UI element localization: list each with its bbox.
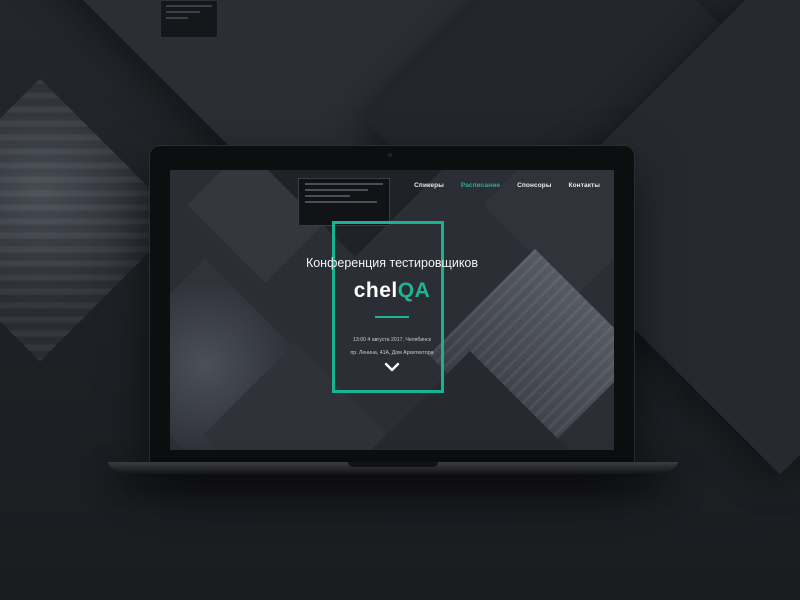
- conference-logo: chelQA: [170, 279, 614, 303]
- logo-accent-text: QA: [397, 279, 431, 302]
- chevron-down-icon[interactable]: [382, 360, 402, 374]
- logo-main-text: chel: [353, 279, 398, 302]
- background-monitor-image: [160, 0, 218, 38]
- code-monitor-image: [298, 178, 390, 226]
- nav-item-sponsors[interactable]: Спонсоры: [517, 182, 551, 189]
- laptop-mockup: Спикеры Расписание Спонсоры Контакты Кон…: [150, 146, 634, 464]
- event-address: пр. Ленина, 41А, Дом Архитектора: [350, 350, 434, 356]
- nav-item-contacts[interactable]: Контакты: [569, 182, 600, 189]
- event-date: 13:00 4 августа 2017, Челябинск: [352, 337, 432, 343]
- camera-icon: [388, 153, 392, 157]
- laptop-notch: [348, 462, 438, 467]
- laptop-base: [108, 462, 678, 476]
- nav-item-speakers[interactable]: Спикеры: [414, 182, 444, 189]
- top-nav: Спикеры Расписание Спонсоры Контакты: [414, 182, 600, 189]
- nav-item-schedule[interactable]: Расписание: [461, 182, 500, 189]
- website-screen: Спикеры Расписание Спонсоры Контакты Кон…: [170, 170, 614, 450]
- page-title: Конференция тестировщиков: [305, 256, 479, 270]
- logo-underline: [375, 316, 409, 318]
- mockup-stage: Спикеры Расписание Спонсоры Контакты Кон…: [0, 0, 800, 600]
